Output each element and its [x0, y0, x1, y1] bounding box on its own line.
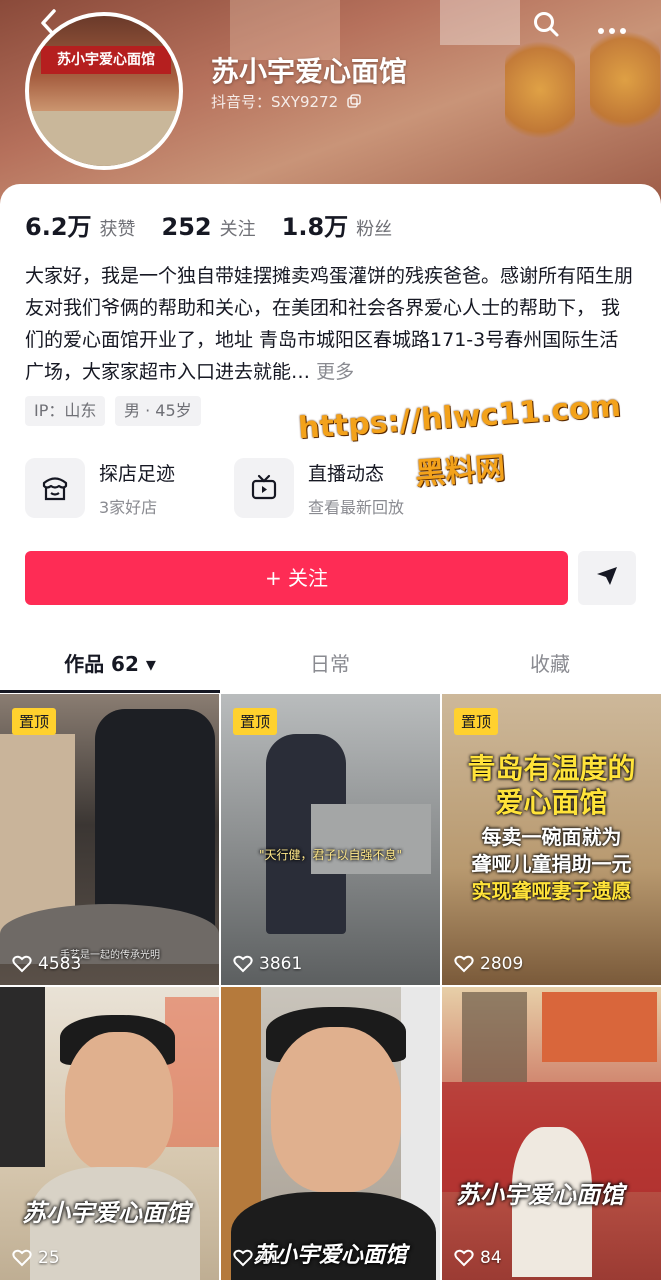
following-count[interactable]: 252: [162, 213, 212, 241]
heart-icon: [454, 955, 474, 973]
heart-icon: [233, 955, 253, 973]
heart-icon: [12, 955, 32, 973]
video-likes: 3861: [233, 954, 302, 974]
feature-title: 直播动态: [308, 462, 385, 485]
tv-icon: [234, 458, 294, 518]
likes-count[interactable]: 6.2万: [25, 207, 92, 242]
follow-button[interactable]: + 关注: [25, 551, 568, 605]
likes-label: 获赞: [99, 219, 136, 240]
video-likes: 2809: [454, 954, 523, 974]
video-likes: 25: [12, 1248, 60, 1268]
gender-age-tag: 男 · 45岁: [115, 396, 201, 426]
tab-favorites[interactable]: 收藏: [440, 648, 660, 677]
video-thumbnail[interactable]: "天行健，君子以自强不息": [221, 694, 440, 985]
store-icon: [25, 458, 85, 518]
heart-icon: [12, 1249, 32, 1267]
ip-location-tag: IP：山东: [25, 396, 106, 426]
video-likes: 4583: [12, 954, 81, 974]
video-likes: 41: [233, 1248, 281, 1268]
pinned-badge: 置顶: [454, 708, 499, 735]
following-label: 关注: [219, 219, 256, 240]
copy-icon[interactable]: [347, 93, 361, 112]
feature-live-updates[interactable]: 直播动态 查看最新回放: [234, 458, 404, 518]
tab-daily[interactable]: 日常: [220, 648, 440, 677]
feature-subtitle: 3家好店: [99, 497, 158, 517]
bio[interactable]: 大家好，我是一个独自带娃摆摊卖鸡蛋灌饼的残疾爸爸。感谢所有陌生朋友对我们爷俩的帮…: [25, 260, 635, 388]
heart-icon: [233, 1249, 253, 1267]
video-thumbnail[interactable]: 青岛有温度的 爱心面馆 每卖一碗面就为 聋哑儿童捐助一元 实现聋哑妻子遗愿: [442, 694, 661, 985]
heart-icon: [454, 1249, 474, 1267]
video-thumbnail[interactable]: 苏小宇爱心面馆: [442, 987, 661, 1280]
search-icon[interactable]: [532, 10, 560, 43]
video-caption: "天行健，君子以自强不息": [258, 848, 403, 862]
avatar[interactable]: 苏小宇爱心面馆: [25, 12, 183, 170]
video-caption-subtitle: 每卖一碗面就为 聋哑儿童捐助一元 实现聋哑妻子遗愿: [471, 825, 632, 903]
watermark-label: 黑料网: [414, 450, 507, 493]
stats-row: 6.2万 获赞 252 关注 1.8万 粉丝: [25, 207, 418, 242]
video-caption: 苏小宇爱心面馆: [456, 1181, 624, 1209]
pinned-badge: 置顶: [233, 708, 278, 735]
tab-indicator: [0, 690, 220, 693]
video-thumbnail[interactable]: 苏小宇爱心面馆: [0, 987, 219, 1280]
avatar-sign: 苏小宇爱心面馆: [41, 46, 171, 74]
pinned-badge: 置顶: [12, 708, 57, 735]
video-caption: 苏小宇爱心面馆: [22, 1199, 190, 1227]
feature-visited-stores[interactable]: 探店足迹 3家好店: [25, 458, 175, 518]
send-icon: [595, 565, 619, 591]
video-thumbnail[interactable]: 手艺是一起的传承光明: [0, 694, 219, 985]
share-button[interactable]: [578, 551, 636, 605]
douyin-id-text: 抖音号：SXY9272: [211, 93, 339, 111]
tab-works[interactable]: 作品 62 ▾: [0, 648, 220, 677]
bio-more-link[interactable]: 更多: [316, 361, 354, 383]
video-caption-title: 青岛有温度的 爱心面馆: [467, 752, 636, 819]
followers-label: 粉丝: [356, 219, 393, 240]
feature-title: 探店足迹: [99, 462, 176, 485]
douyin-id[interactable]: 抖音号：SXY9272: [211, 91, 361, 112]
video-likes: 84: [454, 1248, 502, 1268]
followers-count[interactable]: 1.8万: [282, 207, 349, 242]
more-icon[interactable]: [597, 14, 627, 42]
profile-name: 苏小宇爱心面馆: [211, 55, 408, 88]
feature-subtitle: 查看最新回放: [308, 497, 405, 517]
video-thumbnail[interactable]: 苏小宇爱心面馆: [221, 987, 440, 1280]
